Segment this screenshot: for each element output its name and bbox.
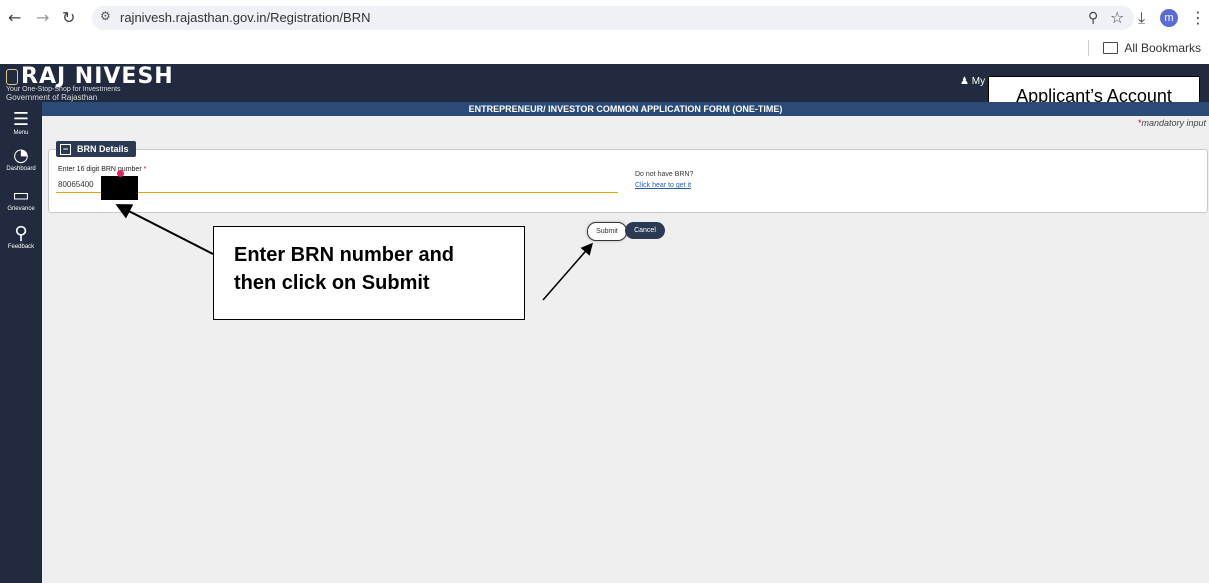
collapse-icon[interactable]: − bbox=[60, 143, 71, 155]
instruction-line-1: Enter BRN number and bbox=[234, 244, 455, 266]
brn-input[interactable]: 80065400 bbox=[58, 180, 94, 189]
dashboard-icon: ◔ bbox=[13, 145, 29, 166]
cursor-marker bbox=[117, 170, 124, 177]
brn-details-panel bbox=[48, 149, 1208, 213]
feedback-icon: ⚲ bbox=[14, 223, 28, 244]
section-title: BRN Details bbox=[77, 144, 129, 154]
menu-icon: ☰ bbox=[12, 109, 30, 130]
sidebar: ☰ Menu ◔ Dashboard ▭ Grievance ⚲ Feedbac… bbox=[0, 102, 42, 583]
form-title: ENTREPRENEUR/ INVESTOR COMMON APPLICATIO… bbox=[42, 102, 1209, 116]
emblem-icon bbox=[6, 69, 18, 85]
back-icon[interactable]: ← bbox=[8, 8, 21, 28]
brn-label-text: Enter 16 digit BRN number bbox=[58, 166, 142, 173]
logo-government: Government of Rajasthan bbox=[6, 93, 98, 102]
url-text[interactable]: rajnivesh.rajasthan.gov.in/Registration/… bbox=[120, 10, 371, 25]
user-icon: ♟ bbox=[960, 76, 969, 87]
no-brn-text: Do not have BRN? bbox=[635, 171, 694, 178]
more-menu-icon[interactable]: ⋮ bbox=[1190, 8, 1206, 28]
folder-icon bbox=[1103, 42, 1119, 54]
mandatory-note: *mandatory input bbox=[1138, 118, 1206, 128]
submit-button[interactable]: Submit bbox=[587, 222, 627, 241]
profile-avatar[interactable]: m bbox=[1160, 9, 1178, 27]
browser-toolbar: ← → ↻ ⚙ rajnivesh.rajasthan.gov.in/Regis… bbox=[0, 0, 1209, 64]
reload-icon[interactable]: ↻ bbox=[62, 8, 75, 28]
brn-field-label: Enter 16 digit BRN number * bbox=[58, 166, 146, 173]
sidebar-item-label: Menu bbox=[13, 130, 29, 136]
mandatory-text: mandatory input bbox=[1141, 118, 1206, 128]
site-info-icon[interactable]: ⚙ bbox=[100, 9, 111, 23]
sidebar-item-dashboard[interactable]: ◔ Dashboard bbox=[0, 146, 42, 173]
required-star: * bbox=[143, 166, 147, 173]
sidebar-item-label: Dashboard bbox=[6, 166, 36, 172]
sidebar-item-label: Grievance bbox=[7, 206, 35, 212]
forward-icon[interactable]: → bbox=[36, 8, 49, 28]
zoom-icon[interactable]: ⚲ bbox=[1088, 8, 1098, 28]
instruction-callout: Enter BRN number and then click on Submi… bbox=[213, 226, 525, 320]
sidebar-item-label: Feedback bbox=[7, 244, 35, 250]
redaction-box bbox=[101, 176, 138, 200]
sidebar-item-menu[interactable]: ☰ Menu bbox=[0, 110, 42, 137]
brn-details-tab[interactable]: − BRN Details bbox=[56, 141, 136, 157]
get-brn-link[interactable]: Click hear to get it bbox=[635, 182, 691, 189]
grievance-icon: ▭ bbox=[12, 185, 30, 206]
instruction-line-2: then click on Submit bbox=[234, 272, 430, 294]
cancel-button[interactable]: Cancel bbox=[625, 222, 665, 239]
download-icon[interactable]: ⤓ bbox=[1138, 8, 1145, 28]
divider bbox=[1088, 40, 1090, 56]
address-bar[interactable]: ⚙ rajnivesh.rajasthan.gov.in/Registratio… bbox=[92, 6, 1134, 30]
brn-input-underline bbox=[56, 192, 618, 193]
sidebar-item-feedback[interactable]: ⚲ Feedback bbox=[0, 224, 42, 251]
star-icon[interactable]: ☆ bbox=[1110, 8, 1124, 28]
all-bookmarks-link[interactable]: All Bookmarks bbox=[1124, 41, 1201, 55]
sidebar-item-grievance[interactable]: ▭ Grievance bbox=[0, 186, 42, 213]
bookmarks-bar: All Bookmarks bbox=[1088, 40, 1201, 56]
